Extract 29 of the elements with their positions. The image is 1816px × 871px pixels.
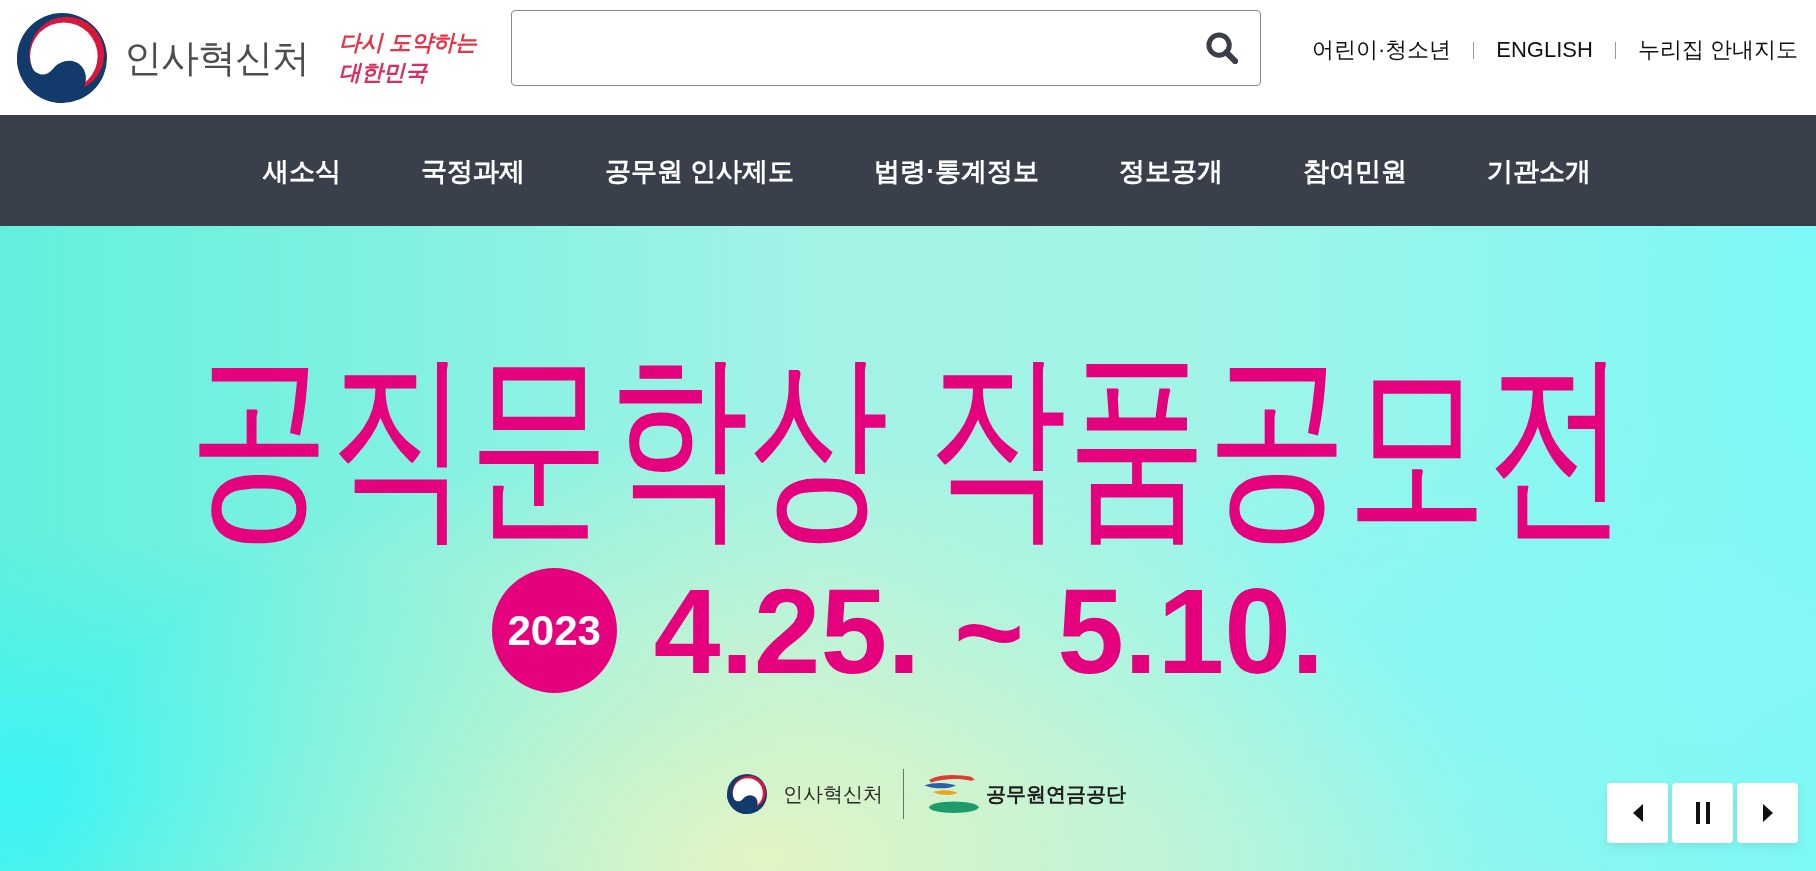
search-field[interactable] <box>511 10 1262 86</box>
search-icon <box>1206 32 1239 64</box>
striped-logo-icon <box>923 774 980 814</box>
partner-name: 공무원연금공단 <box>985 784 1126 804</box>
swirl-emblem-icon <box>726 774 767 814</box>
nav-menu-item[interactable]: 새소식 <box>263 157 342 184</box>
slogan-text: 다시 도약하는 <box>339 28 478 57</box>
nav-menu-item[interactable]: 참여민원 <box>1302 157 1407 184</box>
nav-menu-item[interactable]: 국정과제 <box>421 157 526 184</box>
nav-menu-item[interactable]: 법령·통계정보 <box>874 157 1039 184</box>
caret-right-icon <box>1762 804 1773 822</box>
pause-button[interactable] <box>1672 783 1733 843</box>
nav-menu-item[interactable]: 기관소개 <box>1486 157 1591 184</box>
swirl-emblem-icon <box>17 12 107 103</box>
previous-slide-button[interactable] <box>1607 783 1668 843</box>
banner-title: 공직문학상 작품공모전 <box>188 342 1628 546</box>
utility-link[interactable]: ENGLISH <box>1496 39 1593 61</box>
nav-menu-item[interactable]: 공무원 인사제도 <box>605 157 795 184</box>
pause-icon <box>1695 802 1710 824</box>
utility-link[interactable]: 어린이·청소년 <box>1311 39 1452 61</box>
next-slide-button[interactable] <box>1737 783 1798 843</box>
year-badge: 2023 <box>491 568 617 693</box>
slogan-text: 대한민국 <box>339 58 429 87</box>
nav-menu-item[interactable]: 정보공개 <box>1118 157 1223 184</box>
caret-left-icon <box>1632 804 1643 822</box>
partner-name: 인사혁신처 <box>782 784 883 804</box>
banner-date: 4.25. ~ 5.10. <box>653 570 1325 691</box>
utility-link[interactable]: 누리집 안내지도 <box>1637 39 1798 61</box>
logo-text: 인사혁신처 <box>124 38 309 77</box>
